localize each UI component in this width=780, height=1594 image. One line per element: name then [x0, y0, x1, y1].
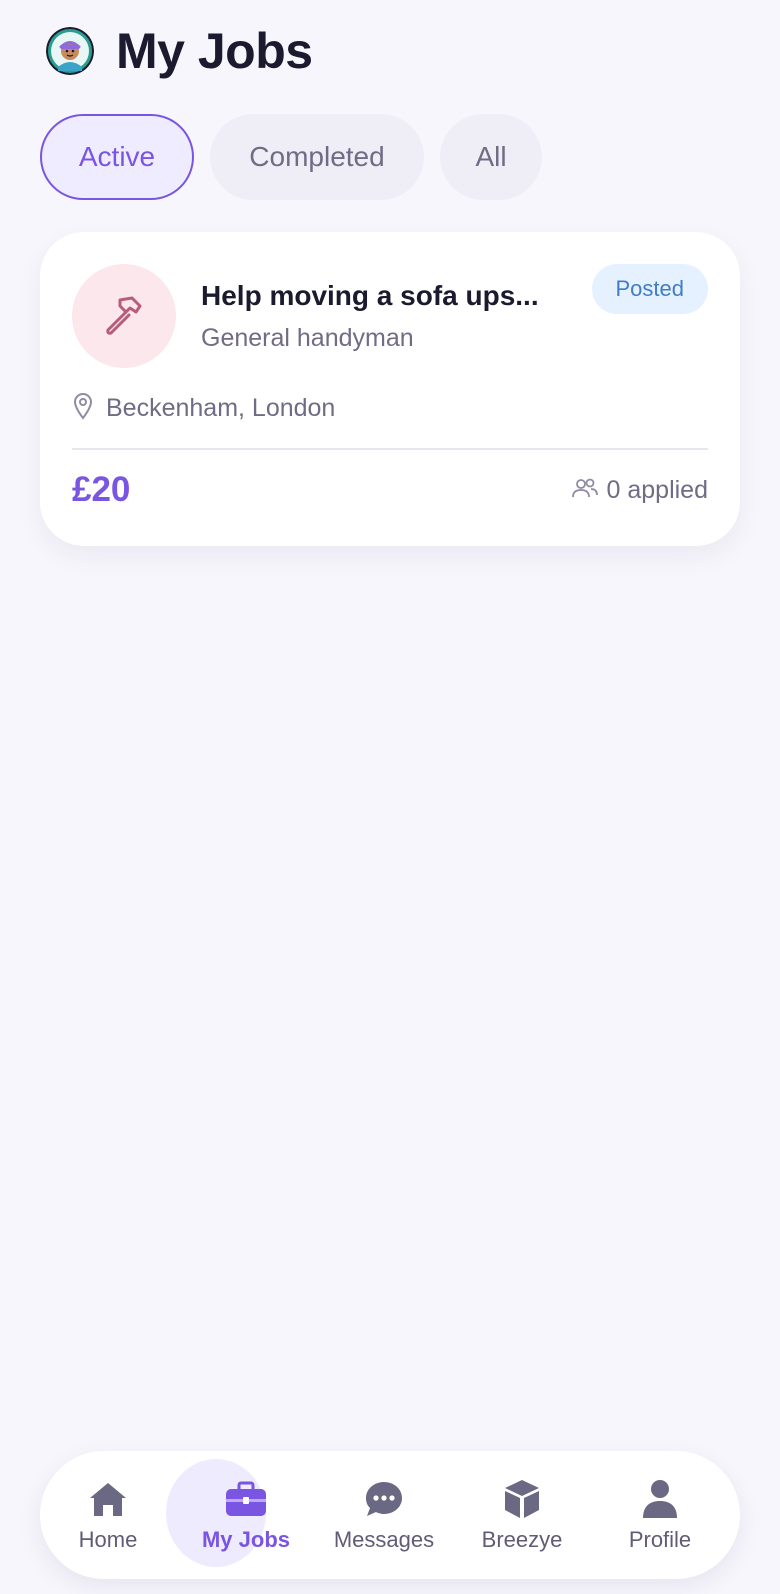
tab-active[interactable]: Active	[40, 114, 194, 200]
nav-profile[interactable]: Profile	[600, 1451, 720, 1579]
my-jobs-screen: My Jobs Active Completed All Help moving…	[0, 0, 780, 1594]
person-icon	[640, 1477, 680, 1521]
applied-count: 0 applied	[571, 476, 708, 505]
nav-label: Messages	[333, 1527, 435, 1552]
nav-home[interactable]: Home	[48, 1451, 168, 1579]
nav-label: Breezye	[481, 1527, 563, 1552]
briefcase-icon	[224, 1477, 268, 1521]
status-badge: Posted	[591, 264, 708, 314]
chat-icon	[363, 1477, 405, 1521]
nav-breezye[interactable]: Breezye	[462, 1451, 582, 1579]
location-pin-icon	[72, 392, 94, 425]
filter-tabs: Active Completed All	[40, 114, 542, 200]
tab-completed[interactable]: Completed	[210, 114, 424, 200]
hammer-icon	[72, 264, 176, 368]
header: My Jobs	[46, 22, 313, 80]
nav-label: My Jobs	[201, 1527, 291, 1552]
divider	[72, 448, 708, 450]
page-title: My Jobs	[116, 23, 313, 79]
location-text: Beckenham, London	[106, 394, 336, 422]
nav-label: Profile	[628, 1527, 692, 1552]
applied-text: 0 applied	[606, 476, 708, 504]
tab-all[interactable]: All	[440, 114, 542, 200]
job-price: £20	[72, 470, 131, 509]
bottom-nav: Home My Jobs Messages Breezye Profile	[40, 1451, 740, 1579]
people-icon	[571, 477, 599, 504]
user-avatar-icon[interactable]	[46, 27, 94, 75]
cube-icon	[502, 1477, 542, 1521]
job-card[interactable]: Help moving a sofa ups... General handym…	[40, 232, 740, 546]
nav-label: Home	[78, 1527, 138, 1552]
nav-my-jobs[interactable]: My Jobs	[186, 1451, 306, 1579]
job-title: Help moving a sofa ups...	[201, 280, 539, 311]
nav-messages[interactable]: Messages	[324, 1451, 444, 1579]
job-category: General handyman	[201, 324, 414, 352]
home-icon	[87, 1477, 129, 1521]
job-location: Beckenham, London	[72, 392, 335, 425]
